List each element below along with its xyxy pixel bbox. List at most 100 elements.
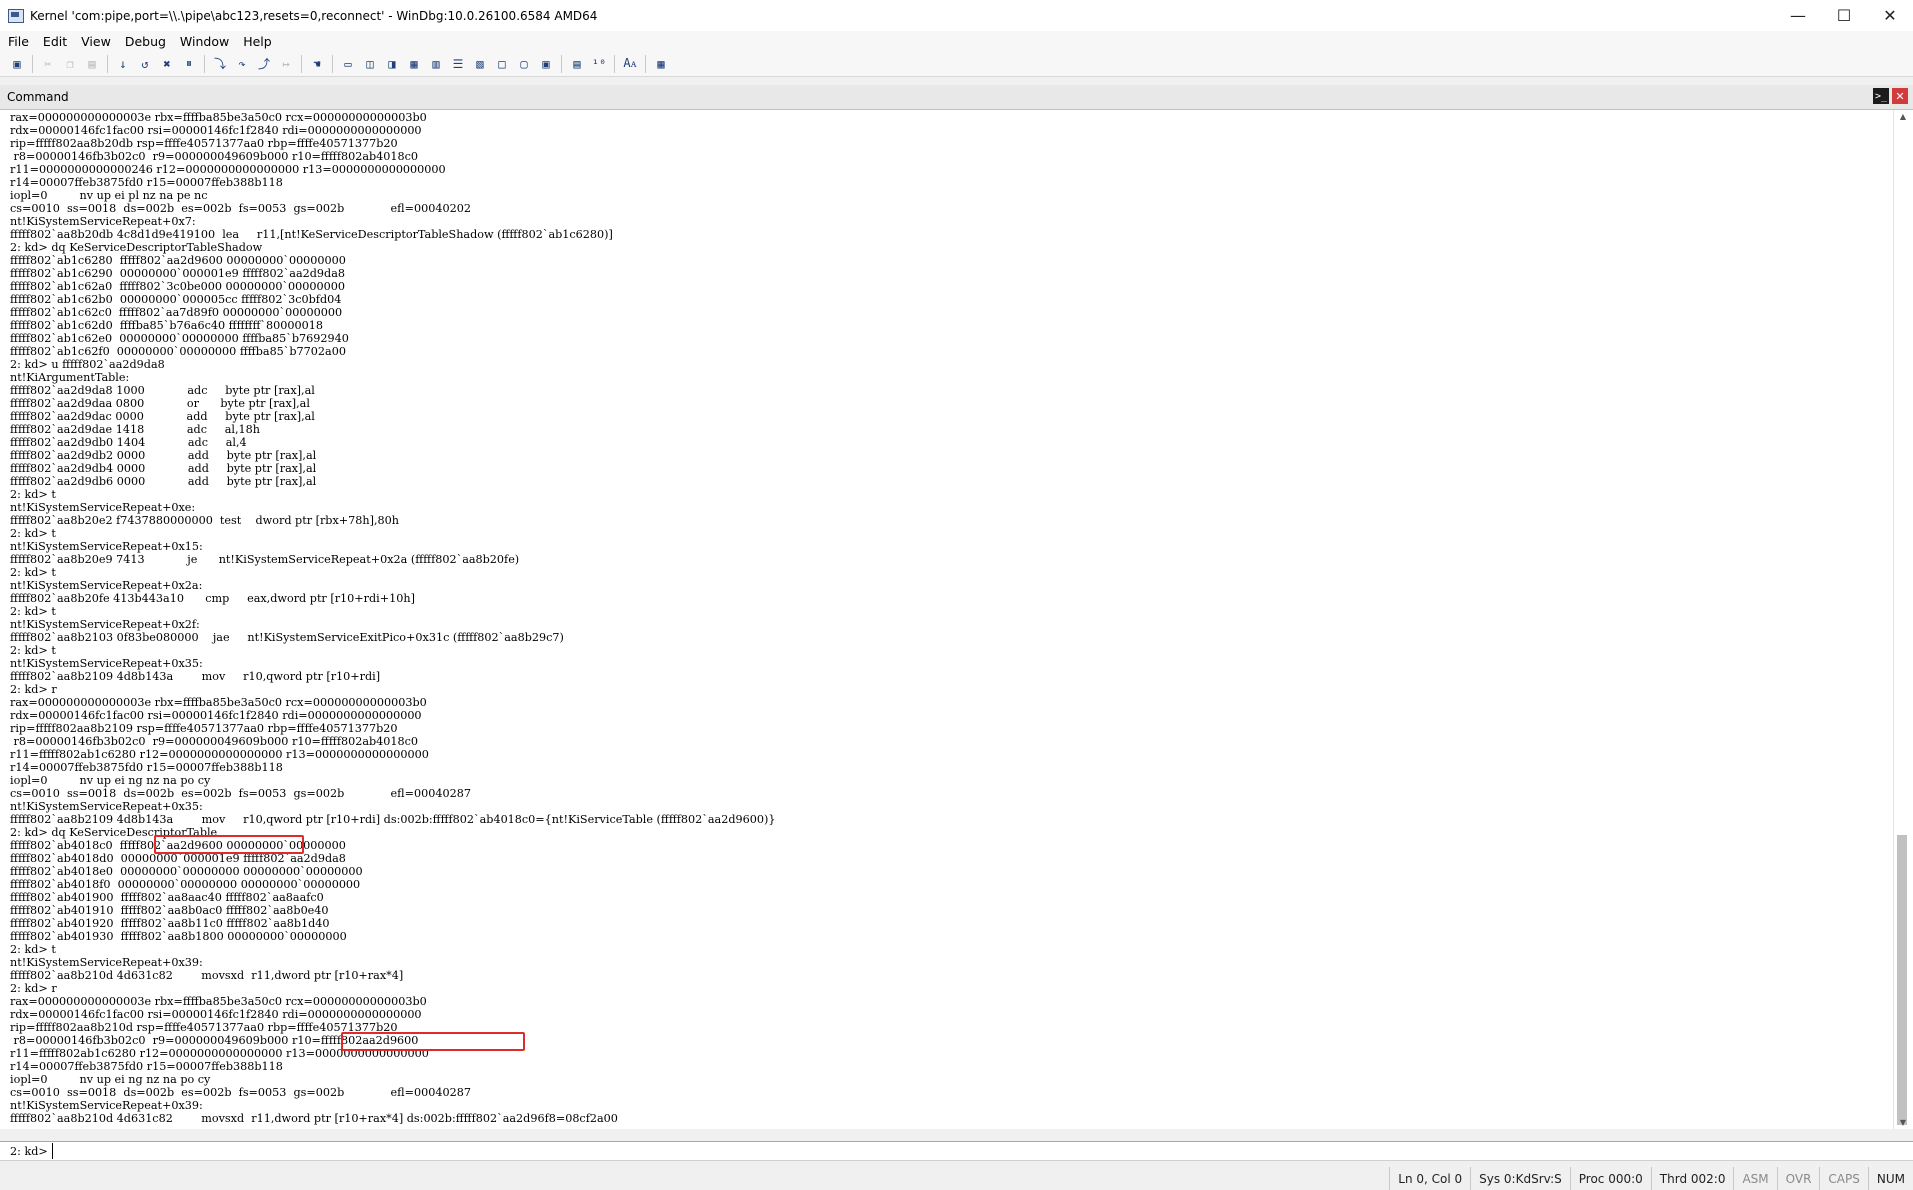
window-controls: — ☐ ✕ <box>1775 0 1913 31</box>
output-line: 2: kd> t <box>10 605 56 618</box>
break-icon[interactable]: ⏸ <box>180 55 198 73</box>
run-to-cursor-icon[interactable]: ↦ <box>277 55 295 73</box>
output-line: iopl=0 nv up ei ng nz na po cy <box>10 774 211 787</box>
output-line: cs=0010 ss=0018 ds=002b es=002b fs=0053 … <box>10 1086 471 1099</box>
status-ovr: OVR <box>1776 1167 1820 1190</box>
output-line: fffff802`aa2d9dae 1418 adc al,18h <box>10 423 260 436</box>
output-line: iopl=0 nv up ei ng nz na po cy <box>10 1073 211 1086</box>
menu-edit[interactable]: Edit <box>36 34 74 49</box>
status-num: NUM <box>1867 1167 1913 1190</box>
output-line: fffff802`aa2d9da8 1000 adc byte ptr [rax… <box>10 384 315 397</box>
output-line: fffff802`ab1c62e0 00000000`00000000 ffff… <box>10 332 349 345</box>
output-line: fffff802`aa8b20db 4c8d1d9e419100 lea r11… <box>10 228 613 241</box>
command-window-icon[interactable]: ▭ <box>339 55 357 73</box>
output-line: fffff802`aa8b2109 4d8b143a mov r10,qword… <box>10 813 776 826</box>
output-line: 2: kd> t <box>10 566 56 579</box>
menu-window[interactable]: Window <box>173 34 236 49</box>
menu-help[interactable]: Help <box>236 34 279 49</box>
call-stack-icon[interactable]: ☰ <box>449 55 467 73</box>
step-over-icon[interactable]: ↷ <box>233 55 251 73</box>
processes-threads-icon[interactable]: ▢ <box>515 55 533 73</box>
maximize-button[interactable]: ☐ <box>1821 0 1867 31</box>
output-line: fffff802`aa8b2103 0f83be080000 jae nt!Ki… <box>10 631 564 644</box>
cut-icon[interactable]: ✂ <box>39 55 57 73</box>
status-thread: Thrd 002:0 <box>1650 1167 1734 1190</box>
status-line-col: Ln 0, Col 0 <box>1389 1167 1470 1190</box>
close-button[interactable]: ✕ <box>1867 0 1913 31</box>
output-line: fffff802`aa8b210d 4d631c82 movsxd r11,dw… <box>10 1112 618 1125</box>
step-into-icon[interactable]: ⤵ <box>211 55 229 73</box>
output-line: nt!KiSystemServiceRepeat+0x7: <box>10 215 196 228</box>
source-mode-on-icon[interactable]: ▤ <box>568 55 586 73</box>
output-line: nt!KiSystemServiceRepeat+0x39: <box>10 956 203 969</box>
output-line: fffff802`ab4018e0 00000000`00000000 0000… <box>10 865 363 878</box>
paste-icon[interactable]: ▤ <box>83 55 101 73</box>
output-line: fffff802`ab4018f0 00000000`00000000 0000… <box>10 878 361 891</box>
watch-window-icon[interactable]: ◫ <box>361 55 379 73</box>
output-line: r14=00007ffeb3875fd0 r15=00007ffeb388b11… <box>10 1060 283 1073</box>
open-icon[interactable]: ▣ <box>8 55 26 73</box>
locals-window-icon[interactable]: ◨ <box>383 55 401 73</box>
output-line: fffff802`aa2d9dac 0000 add byte ptr [rax… <box>10 410 315 423</box>
output-line: fffff802`aa8b20e2 f7437880000000 test dw… <box>10 514 399 527</box>
output-line: 2: kd> t <box>10 527 56 540</box>
memory-window-icon[interactable]: ▥ <box>427 55 445 73</box>
title-bar: Kernel 'com:pipe,port=\\.\pipe\abc123,re… <box>0 0 1913 31</box>
scroll-down-arrow-icon[interactable]: ▼ <box>1897 1118 1909 1128</box>
font-icon[interactable]: Aᴀ <box>621 55 639 73</box>
toolbar-separator <box>561 54 562 73</box>
output-line: fffff802`ab401910 fffff802`aa8b0ac0 ffff… <box>10 904 329 917</box>
output-line: fffff802`ab401920 fffff802`aa8b11c0 ffff… <box>10 917 330 930</box>
status-bar: Ln 0, Col 0 Sys 0:KdSrv:S Proc 000:0 Thr… <box>0 1167 1913 1190</box>
windbg-app-icon <box>8 8 24 23</box>
command-window-title: Command <box>7 90 69 104</box>
registers-window-icon[interactable]: ▦ <box>405 55 423 73</box>
output-line: cs=0010 ss=0018 ds=002b es=002b fs=0053 … <box>10 202 471 215</box>
output-line: 2: kd> t <box>10 644 56 657</box>
menu-view[interactable]: View <box>74 34 118 49</box>
disassembly-icon[interactable]: ▧ <box>471 55 489 73</box>
output-line: rip=fffff802aa8b210d rsp=ffffe40571377aa… <box>10 1021 398 1034</box>
output-line: fffff802`aa8b20fe 413b443a10 cmp eax,dwo… <box>10 592 415 605</box>
output-line: 2: kd> t <box>10 943 56 956</box>
status-process: Proc 000:0 <box>1569 1167 1651 1190</box>
copy-icon[interactable]: ❐ <box>61 55 79 73</box>
output-line: rip=fffff802aa8b2109 rsp=ffffe40571377aa… <box>10 722 398 735</box>
command-output[interactable]: rax=000000000000003e rbx=ffffba85be3a50c… <box>0 110 1893 1129</box>
output-line: fffff802`ab1c6290 00000000`000001e9 ffff… <box>10 267 345 280</box>
hand-icon[interactable]: ☚ <box>308 55 326 73</box>
status-asm: ASM <box>1733 1167 1776 1190</box>
output-line: r8=00000146fb3b02c0 r9=000000049609b000 … <box>10 150 419 163</box>
go-icon[interactable]: ↓ <box>114 55 132 73</box>
scrollbar-thumb[interactable] <box>1897 835 1907 1125</box>
output-line: fffff802`ab1c62c0 fffff802`aa7d89f0 0000… <box>10 306 343 319</box>
output-line: nt!KiSystemServiceRepeat+0x2f: <box>10 618 200 631</box>
output-line: 2: kd> r <box>10 683 57 696</box>
output-line: rdx=00000146fc1fac00 rsi=00000146fc1f284… <box>10 1008 422 1021</box>
command-prompt-icon[interactable]: >_ <box>1873 88 1889 104</box>
close-window-icon[interactable]: ✕ <box>1892 88 1908 104</box>
menu-file[interactable]: File <box>0 34 36 49</box>
highlight-box-r10-register <box>341 1032 525 1051</box>
step-out-icon[interactable]: ⤴ <box>255 55 273 73</box>
output-line: fffff802`aa2d9daa 0800 or byte ptr [rax]… <box>10 397 310 410</box>
menu-debug[interactable]: Debug <box>118 34 173 49</box>
stop-debugging-icon[interactable]: ✖ <box>158 55 176 73</box>
source-mode-off-icon[interactable]: ¹⁰ <box>590 55 608 73</box>
output-line: 2: kd> r <box>10 982 57 995</box>
window-layout-icon[interactable]: ▣ <box>537 55 555 73</box>
highlight-box-kiservicetable-entry <box>154 835 304 854</box>
output-line: nt!KiSystemServiceRepeat+0x39: <box>10 1099 203 1112</box>
output-line: fffff802`ab1c62a0 fffff802`3c0be000 0000… <box>10 280 345 293</box>
output-line: rdx=00000146fc1fac00 rsi=00000146fc1f284… <box>10 124 422 137</box>
scroll-up-arrow-icon[interactable]: ▲ <box>1897 112 1909 122</box>
output-line: fffff802`ab401900 fffff802`aa8aac40 ffff… <box>10 891 324 904</box>
command-input[interactable] <box>51 1143 1913 1159</box>
output-line: r14=00007ffeb3875fd0 r15=00007ffeb388b11… <box>10 176 283 189</box>
options-icon[interactable]: ▦ <box>652 55 670 73</box>
output-line: fffff802`aa8b20e9 7413 je nt!KiSystemSer… <box>10 553 520 566</box>
minimize-button[interactable]: — <box>1775 0 1821 31</box>
output-line: fffff802`ab1c6280 fffff802`aa2d9600 0000… <box>10 254 346 267</box>
restart-icon[interactable]: ↺ <box>136 55 154 73</box>
scratch-pad-icon[interactable]: □ <box>493 55 511 73</box>
